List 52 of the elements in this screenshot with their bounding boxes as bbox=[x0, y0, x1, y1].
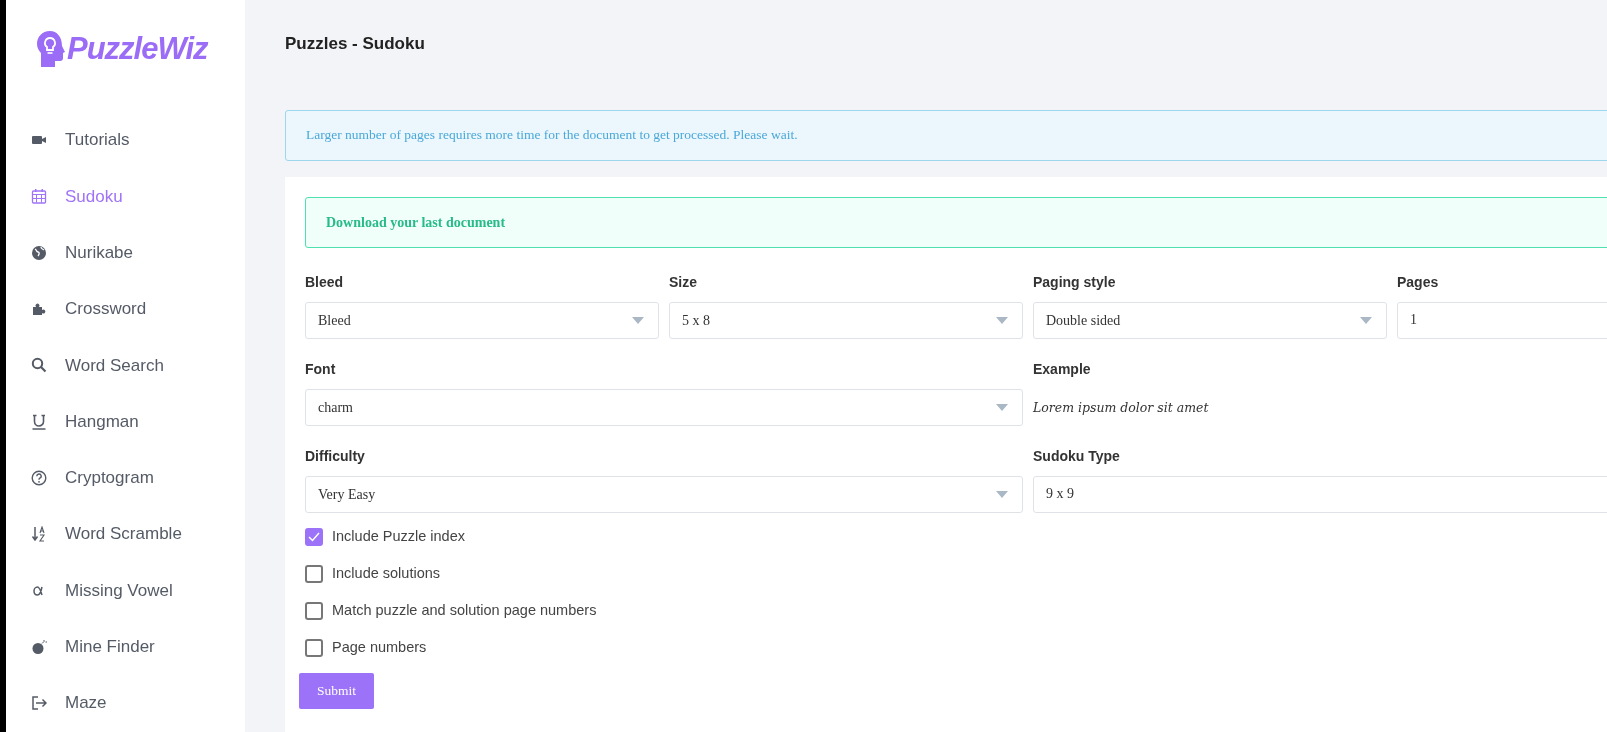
sidebar-item[interactable]: Word Scramble bbox=[6, 506, 245, 563]
field-label: Difficulty bbox=[305, 446, 366, 466]
checkbox-label: Page numbers bbox=[332, 638, 427, 658]
sort-az-icon bbox=[31, 526, 47, 543]
caret-icon bbox=[996, 316, 1008, 324]
input-field[interactable]: 9 x 9 bbox=[1033, 475, 1607, 513]
select-field[interactable]: 5 x 8 bbox=[669, 301, 1023, 339]
select-field[interactable]: Double sided bbox=[1033, 301, 1387, 339]
logo-text: PuzzleWiz bbox=[67, 29, 208, 68]
exit-icon bbox=[31, 695, 47, 712]
checkbox[interactable] bbox=[305, 528, 323, 547]
page-title: Puzzles - Sudoku bbox=[285, 34, 426, 55]
puzzle-piece-icon bbox=[31, 301, 47, 318]
input-field[interactable]: 1 bbox=[1397, 301, 1607, 339]
field-label: Sudoku Type bbox=[1033, 446, 1121, 466]
field-label: Font bbox=[305, 359, 337, 379]
select-field[interactable]: charm bbox=[305, 388, 1023, 426]
sidebar-item[interactable]: Crossword bbox=[6, 280, 245, 338]
select-field[interactable]: Bleed bbox=[305, 301, 659, 339]
caret-icon bbox=[996, 403, 1008, 411]
caret-icon bbox=[996, 490, 1008, 498]
checkbox[interactable] bbox=[305, 602, 323, 621]
sidebar-item[interactable]: Nurikabe bbox=[6, 224, 245, 281]
select-field[interactable]: Very Easy bbox=[305, 475, 1023, 513]
bomb-icon bbox=[31, 638, 47, 655]
underline-icon bbox=[31, 413, 47, 430]
checkbox-label: Include Puzzle index bbox=[332, 527, 465, 547]
checkbox-label: Include solutions bbox=[332, 564, 440, 584]
sidebar-item[interactable]: Cryptogram bbox=[6, 449, 245, 507]
field-label: Paging style bbox=[1033, 272, 1117, 292]
globe-icon bbox=[31, 244, 47, 261]
checkbox[interactable] bbox=[305, 565, 323, 584]
lightbulb-head-icon bbox=[35, 29, 65, 69]
sidebar-item[interactable]: Word Search bbox=[6, 337, 245, 394]
sidebar-item[interactable]: Missing Vowel bbox=[6, 562, 245, 619]
caret-icon bbox=[1360, 316, 1372, 324]
sidebar-item[interactable]: Hangman bbox=[6, 393, 245, 450]
sidebar-item[interactable]: Tutorials bbox=[6, 112, 245, 169]
caret-icon bbox=[632, 316, 644, 324]
checkbox-label: Match puzzle and solution page numbers bbox=[332, 601, 597, 621]
field-label: Size bbox=[669, 272, 698, 292]
question-circle-icon bbox=[31, 469, 47, 486]
calendar-icon bbox=[31, 188, 47, 205]
font-example-text: Lorem ipsum dolor sit amet bbox=[1033, 398, 1209, 417]
info-alert: Larger number of pages requires more time for the document to get processed. Please wait. bbox=[285, 110, 1607, 161]
sidebar-item[interactable]: Maze bbox=[6, 674, 245, 732]
sidebar-item[interactable]: Mine Finder bbox=[6, 618, 245, 675]
field-label: Example bbox=[1033, 359, 1092, 379]
field-label: Bleed bbox=[305, 272, 345, 292]
search-icon bbox=[31, 357, 47, 374]
field-label: Pages bbox=[1397, 272, 1440, 292]
checkbox[interactable] bbox=[305, 639, 323, 658]
